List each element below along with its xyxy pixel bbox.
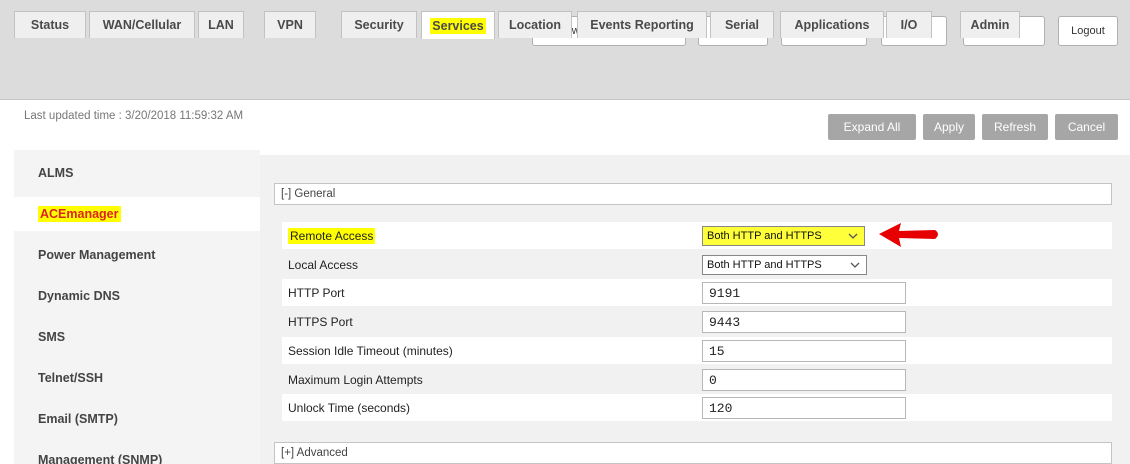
unlock-time-label: Unlock Time (seconds) — [288, 400, 411, 415]
tab-services-label: Services — [430, 17, 486, 34]
sidebar-item-alms[interactable]: ALMS — [14, 156, 260, 190]
http-port-label: HTTP Port — [288, 285, 345, 300]
sidebar-item-telnet-ssh[interactable]: Telnet/SSH — [14, 361, 260, 395]
tab-vpn[interactable]: VPN — [264, 11, 316, 38]
sidebar-item-management-snmp[interactable]: Management (SNMP) — [14, 443, 260, 464]
tab-admin[interactable]: Admin — [960, 11, 1020, 38]
sidebar-item-acemanager[interactable]: ACEmanager — [14, 197, 260, 231]
tab-applications[interactable]: Applications — [780, 11, 884, 38]
tab-lan[interactable]: LAN — [198, 11, 244, 38]
apply-button[interactable]: Apply — [923, 114, 975, 140]
remote-access-label-text: Remote Access — [288, 227, 376, 244]
remote-access-value: Both HTTP and HTTPS — [707, 230, 822, 242]
remote-access-select[interactable]: Both HTTP and HTTPS — [702, 226, 865, 246]
https-port-label: HTTPS Port — [288, 314, 353, 329]
general-section-header[interactable]: [-] General — [274, 183, 1112, 205]
refresh-button[interactable]: Refresh — [982, 114, 1048, 140]
tab-io[interactable]: I/O — [886, 11, 932, 38]
max-login-label: Maximum Login Attempts — [288, 372, 423, 387]
unlock-time-input[interactable]: 120 — [702, 397, 906, 419]
chevron-down-icon — [847, 228, 859, 244]
session-timeout-input[interactable]: 15 — [702, 340, 906, 362]
https-port-row: HTTPS Port 9443 — [282, 308, 1112, 335]
sidebar-item-power-management[interactable]: Power Management — [14, 238, 260, 272]
https-port-input[interactable]: 9443 — [702, 311, 906, 333]
local-access-label: Local Access — [288, 257, 359, 272]
session-timeout-row: Session Idle Timeout (minutes) 15 — [282, 337, 1112, 364]
main-tab-bar — [0, 62, 1130, 100]
advanced-section-header[interactable]: [+] Advanced — [274, 442, 1112, 464]
tab-location[interactable]: Location — [498, 11, 572, 38]
sidebar-item-acemanager-label: ACEmanager — [38, 206, 121, 222]
tab-security[interactable]: Security — [341, 11, 417, 38]
sidebar-item-dynamic-dns[interactable]: Dynamic DNS — [14, 279, 260, 313]
local-access-row: Local Access Both HTTP and HTTPS — [282, 251, 1112, 278]
max-login-row: Maximum Login Attempts 0 — [282, 366, 1112, 393]
remote-access-label: Remote Access — [288, 222, 376, 249]
max-login-input[interactable]: 0 — [702, 369, 906, 391]
session-timeout-label: Session Idle Timeout (minutes) — [288, 343, 453, 358]
http-port-row: HTTP Port 9191 — [282, 279, 1112, 306]
tab-status[interactable]: Status — [14, 11, 86, 38]
logout-button[interactable]: Logout — [1058, 16, 1118, 46]
chevron-down-icon — [849, 257, 861, 273]
tab-services[interactable]: Services — [421, 11, 495, 39]
local-access-select[interactable]: Both HTTP and HTTPS — [702, 255, 867, 275]
cancel-button[interactable]: Cancel — [1055, 114, 1118, 140]
last-updated-text: Last updated time : 3/20/2018 11:59:32 A… — [24, 110, 244, 122]
tab-events-reporting[interactable]: Events Reporting — [577, 11, 707, 38]
sidebar-item-sms[interactable]: SMS — [14, 320, 260, 354]
http-port-input[interactable]: 9191 — [702, 282, 906, 304]
tab-serial[interactable]: Serial — [710, 11, 774, 38]
local-access-value: Both HTTP and HTTPS — [707, 259, 822, 271]
red-arrow-annotation — [879, 223, 938, 247]
expand-all-button[interactable]: Expand All — [828, 114, 916, 140]
remote-access-row: Remote Access Both HTTP and HTTPS — [282, 222, 1112, 249]
tab-wan-cellular[interactable]: WAN/Cellular — [89, 11, 195, 38]
unlock-time-row: Unlock Time (seconds) 120 — [282, 394, 1112, 421]
sidebar-item-email-smtp[interactable]: Email (SMTP) — [14, 402, 260, 436]
